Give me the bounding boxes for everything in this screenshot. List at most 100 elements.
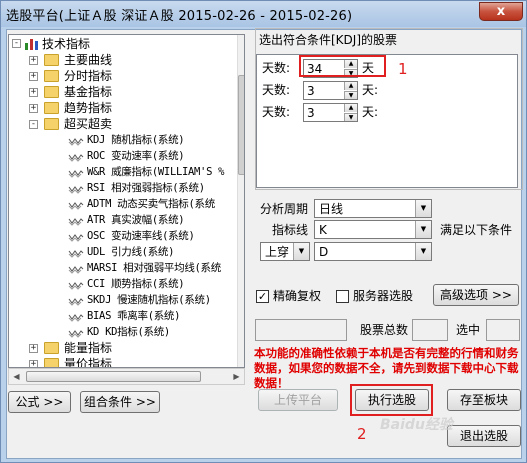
save-to-block-button[interactable]: 存至板块 <box>447 389 521 411</box>
spin-up-icon[interactable]: ▲ <box>344 82 357 90</box>
expand-toggle[interactable]: + <box>29 88 38 97</box>
target-line-select[interactable]: D ▼ <box>314 242 432 261</box>
tree-indicator-item[interactable]: UDL 引力线(系统) <box>87 244 174 260</box>
spin-down-icon[interactable]: ▼ <box>344 91 357 99</box>
exact-adjust-checkbox[interactable]: ✓ <box>256 290 269 303</box>
indicator-icon <box>68 199 84 210</box>
scroll-thumb[interactable] <box>238 75 244 175</box>
formula-button[interactable]: 公式 >> <box>8 391 71 413</box>
folder-icon <box>44 70 59 82</box>
indicator-icon <box>68 327 84 338</box>
collapse-toggle[interactable]: - <box>12 39 21 48</box>
close-button[interactable]: x <box>479 2 523 21</box>
days-value[interactable]: 3 <box>307 83 315 99</box>
period-select[interactable]: 日线 ▼ <box>314 199 432 218</box>
scroll-right-icon[interactable]: ▶ <box>229 369 244 384</box>
spin-down-icon[interactable]: ▼ <box>344 113 357 121</box>
indicator-icon <box>68 295 84 306</box>
tree-folder-label[interactable]: 基金指标 <box>64 84 112 100</box>
tree-indicator-item[interactable]: ATR 真实波幅(系统) <box>87 212 185 228</box>
indicator-icon <box>68 311 84 322</box>
indicator-icon <box>68 247 84 258</box>
folder-icon <box>44 54 59 66</box>
folder-icon <box>44 118 59 130</box>
expand-toggle[interactable]: - <box>29 120 38 129</box>
tree-indicator-item[interactable]: KDJ 随机指标(系统) <box>87 132 185 148</box>
tree-indicator-item[interactable]: ROC 变动速率(系统) <box>87 148 185 164</box>
exact-adjust-label: 精确复权 <box>273 289 322 303</box>
watermark: Baidu经验 <box>380 417 453 433</box>
stock-count-value <box>412 319 448 341</box>
scroll-left-icon[interactable]: ◀ <box>9 369 24 384</box>
tree-indicator-item[interactable]: RSI 相对强弱指标(系统) <box>87 180 205 196</box>
tree-indicator-item[interactable]: SKDJ 慢速随机指标(系统) <box>87 292 211 308</box>
combo-condition-button[interactable]: 组合条件 >> <box>80 391 160 413</box>
tree-folder-label[interactable]: 分时指标 <box>64 68 112 84</box>
indicator-tree[interactable]: - 技术指标 + 主要曲线 + 分时指标 + 基金指标 + 趋势指标 - 超买超卖 KDJ 随机指标… <box>8 34 245 368</box>
server-select-label: 服务器选股 <box>353 289 414 303</box>
days-value[interactable]: 3 <box>307 105 315 121</box>
indicator-line-select[interactable]: K ▼ <box>314 220 432 239</box>
days-spinner[interactable]: 3 ▲ ▼ <box>303 103 358 122</box>
indicator-icon <box>68 231 84 242</box>
indicator-icon <box>68 167 84 178</box>
horizontal-scrollbar[interactable]: ◀ ▶ <box>8 368 245 385</box>
tree-folder-label[interactable]: 量价指标 <box>64 356 112 367</box>
spin-up-icon[interactable]: ▲ <box>344 104 357 112</box>
indicator-icon <box>68 263 84 274</box>
server-select-checkbox[interactable] <box>336 290 349 303</box>
tree-indicator-item[interactable]: BIAS 乖离率(系统) <box>87 308 180 324</box>
period-label: 分析周期 <box>260 202 309 216</box>
indicator-icon <box>68 135 84 146</box>
indicator-icon <box>68 183 84 194</box>
tree-indicator-item[interactable]: W&R 威廉指标(WILLIAM'S % <box>87 164 224 180</box>
tree-indicator-item[interactable]: ADTM 动态买卖气指标(系统 <box>87 196 215 212</box>
days-label: 天数: <box>262 105 291 119</box>
indicator-line-label: 指标线 <box>272 223 309 237</box>
indicator-icon <box>68 151 84 162</box>
expand-toggle[interactable]: + <box>29 360 38 367</box>
tree-folder-label[interactable]: 主要曲线 <box>64 52 112 68</box>
vertical-scrollbar[interactable] <box>237 35 244 367</box>
expand-toggle[interactable]: + <box>29 104 38 113</box>
upload-platform-button[interactable]: 上传平台 <box>258 389 338 411</box>
chevron-down-icon[interactable]: ▼ <box>293 243 309 260</box>
tree-root-label[interactable]: 技术指标 <box>42 36 90 52</box>
chevron-down-icon[interactable]: ▼ <box>415 200 431 217</box>
days-unit: 天: <box>362 105 379 119</box>
bar-chart-icon <box>25 39 38 50</box>
indicator-icon <box>68 215 84 226</box>
expand-toggle[interactable]: + <box>29 72 38 81</box>
annotation-label-2: 2 <box>357 425 367 443</box>
tree-folder-label[interactable]: 能量指标 <box>64 340 112 356</box>
tree-indicator-item[interactable]: CCI 顺势指标(系统) <box>87 276 185 292</box>
annotation-box-days <box>299 55 386 77</box>
expand-toggle[interactable]: + <box>29 344 38 353</box>
indicator-icon <box>68 279 84 290</box>
cross-value: 上穿 <box>265 245 290 259</box>
title-bar: 选股平台(上证Ａ股 深证Ａ股 2015-02-26 - 2015-02-26) … <box>1 1 526 27</box>
chevron-down-icon[interactable]: ▼ <box>415 243 431 260</box>
folder-icon <box>44 358 59 367</box>
stock-count-label: 股票总数 <box>360 323 409 337</box>
scroll-thumb[interactable] <box>26 371 201 382</box>
cross-select[interactable]: 上穿 ▼ <box>260 242 310 261</box>
window-title: 选股平台(上证Ａ股 深证Ａ股 2015-02-26 - 2015-02-26) <box>6 9 353 24</box>
folder-icon <box>44 342 59 354</box>
expand-toggle[interactable]: + <box>29 56 38 65</box>
tree-indicator-item[interactable]: MARSI 相对强弱平均线(系统 <box>87 260 221 276</box>
period-value: 日线 <box>319 202 344 216</box>
days-label: 天数: <box>262 83 291 97</box>
tree-folder-label[interactable]: 超买超卖 <box>64 116 112 132</box>
tree-indicator-item[interactable]: OSC 变动速率线(系统) <box>87 228 195 244</box>
selected-count-value <box>486 319 520 341</box>
indicator-line-value: K <box>319 223 327 237</box>
days-spinner[interactable]: 3 ▲ ▼ <box>303 81 358 100</box>
days-label: 天数: <box>262 61 291 75</box>
chevron-down-icon[interactable]: ▼ <box>415 221 431 238</box>
tree-indicator-item[interactable]: KD KD指标(系统) <box>87 324 170 340</box>
tree-folder-label[interactable]: 趋势指标 <box>64 100 112 116</box>
advanced-options-button[interactable]: 高级选项 >> <box>433 284 519 306</box>
folder-icon <box>44 102 59 114</box>
annotation-label-1: 1 <box>398 60 408 78</box>
